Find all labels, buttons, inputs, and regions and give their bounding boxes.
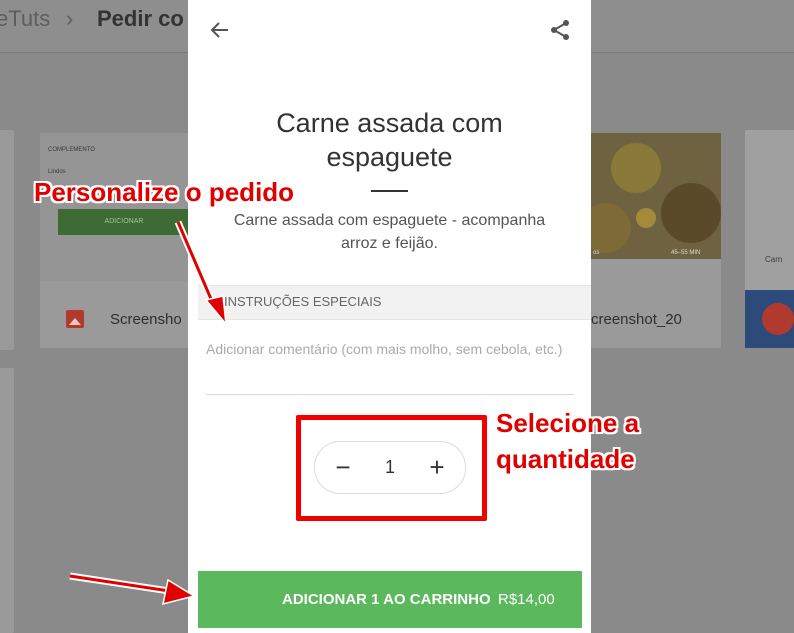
avatar [762, 303, 794, 335]
image-file-icon [66, 310, 84, 328]
card-mini-header: COMPLEMENTO [48, 147, 95, 153]
comment-underline [206, 394, 574, 395]
food-photo [591, 133, 721, 259]
card-file-name: Screensho [110, 311, 182, 328]
side-card-text: Carn [765, 255, 783, 264]
card-mini-add-button: ADICIONAR [58, 209, 190, 235]
breadcrumb-chevron-icon: › [66, 6, 74, 31]
arrow-left-icon [210, 22, 228, 38]
annotation-select-line1: Selecione a [496, 408, 640, 438]
card-mini-item: Lindos [48, 169, 66, 175]
title-divider [371, 190, 408, 192]
card-file-name: creenshot_20 [591, 311, 682, 328]
comment-field[interactable] [206, 340, 574, 394]
background-card-edge [0, 130, 14, 350]
annotation-select-line2: quantidade [496, 444, 635, 474]
card-time: 45–55 MIN [671, 250, 701, 256]
annotation-personalize: Personalize o pedido [34, 177, 295, 207]
breadcrumb-current: Pedir co [97, 6, 184, 31]
share-icon [551, 20, 569, 40]
card-meta: os [593, 250, 600, 256]
share-button[interactable] [548, 18, 572, 42]
background-card-left: COMPLEMENTO Lindos ADICIONAR Screensho [40, 133, 190, 348]
breadcrumb-root: eTuts [0, 6, 51, 31]
background-card-right: os 45–55 MIN creenshot_20 [591, 133, 721, 348]
product-dialog: Carne assada com espaguete Carne assada … [188, 0, 591, 633]
product-title: Carne assada com espaguete [276, 108, 503, 172]
quantity-highlight-box [296, 415, 487, 521]
section-label: INSTRUÇÕES ESPECIAIS [224, 294, 382, 309]
add-to-cart-price: R$14,00 [498, 591, 555, 608]
product-description: Carne assada com espaguete - acompanha a… [233, 212, 546, 252]
special-instructions-header: INSTRUÇÕES ESPECIAIS [198, 285, 591, 320]
back-button[interactable] [208, 18, 232, 42]
add-to-cart-button[interactable]: ADICIONAR 1 AO CARRINHO R$14,00 [198, 571, 582, 628]
add-to-cart-label: ADICIONAR 1 AO CARRINHO [282, 591, 491, 608]
background-card-edge [0, 368, 14, 633]
